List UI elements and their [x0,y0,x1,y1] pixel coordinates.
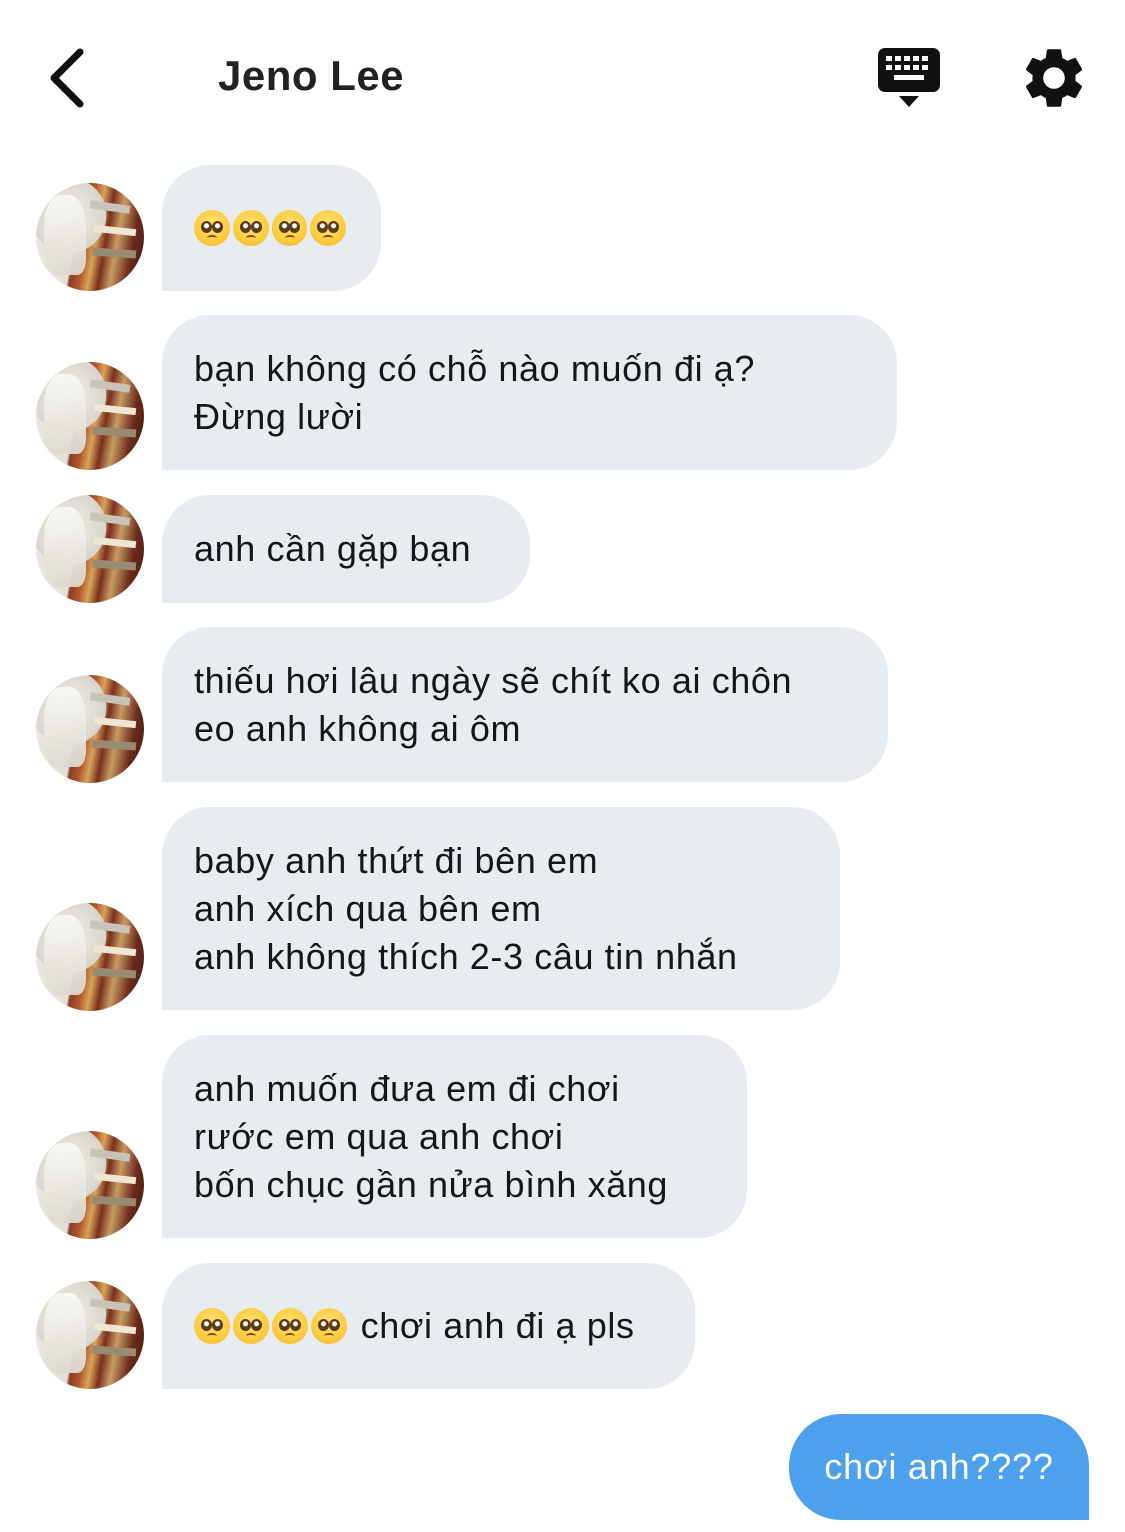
back-button[interactable] [36,40,96,116]
pleading-face-icon [272,1308,308,1344]
message-text: chơi anh đi ạ pls [350,1305,635,1346]
settings-button[interactable] [1018,42,1090,114]
conversation-header: Jeno Lee [0,0,1125,150]
pleading-face-icon [232,210,269,246]
chevron-left-icon [50,48,84,108]
message-bubble-received[interactable]: thiếu hơi lâu ngày sẽ chít ko ai chôn eo… [162,627,888,782]
avatar[interactable] [36,1131,144,1239]
pleading-face-icon [194,210,230,246]
avatar[interactable] [36,362,144,470]
message-text: chơi anh???? [824,1446,1054,1487]
message-bubble-received[interactable]: bạn không có chỗ nào muốn đi ạ? Đừng lườ… [162,315,897,470]
avatar[interactable] [36,903,144,1011]
pleading-face-icon [233,1308,269,1344]
message-text: thiếu hơi lâu ngày sẽ chít ko ai chôn eo… [194,659,793,749]
avatar[interactable] [36,1281,144,1389]
pleading-face-icon [194,1308,230,1344]
message-bubble-received[interactable]: anh cần gặp bạn [162,495,530,603]
message-bubble-sent[interactable]: chơi anh???? [789,1414,1089,1520]
message-bubble-received[interactable]: baby anh thứt đi bên em anh xích qua bên… [162,807,840,1010]
message-text: anh muốn đưa em đi chơi rước em qua anh … [194,1067,669,1205]
conversation-title: Jeno Lee [218,52,405,99]
message-text: baby anh thứt đi bên em anh xích qua bên… [194,839,738,977]
message-bubble-received[interactable]: anh muốn đưa em đi chơi rước em qua anh … [162,1035,747,1238]
avatar[interactable] [36,495,144,603]
pleading-face-icon [310,210,346,246]
keyboard-icon [878,48,940,107]
message-text: anh cần gặp bạn [194,528,472,569]
avatar[interactable] [36,675,144,783]
avatar[interactable] [36,183,144,291]
pleading-face-icon [271,210,308,246]
message-bubble-received[interactable] [162,165,381,291]
gear-icon [1025,49,1083,107]
pleading-face-icon [311,1308,347,1344]
message-bubble-received[interactable]: chơi anh đi ạ pls [162,1263,695,1389]
message-text: bạn không có chỗ nào muốn đi ạ? Đừng lườ… [194,347,756,437]
keyboard-toggle-button[interactable] [876,44,942,114]
